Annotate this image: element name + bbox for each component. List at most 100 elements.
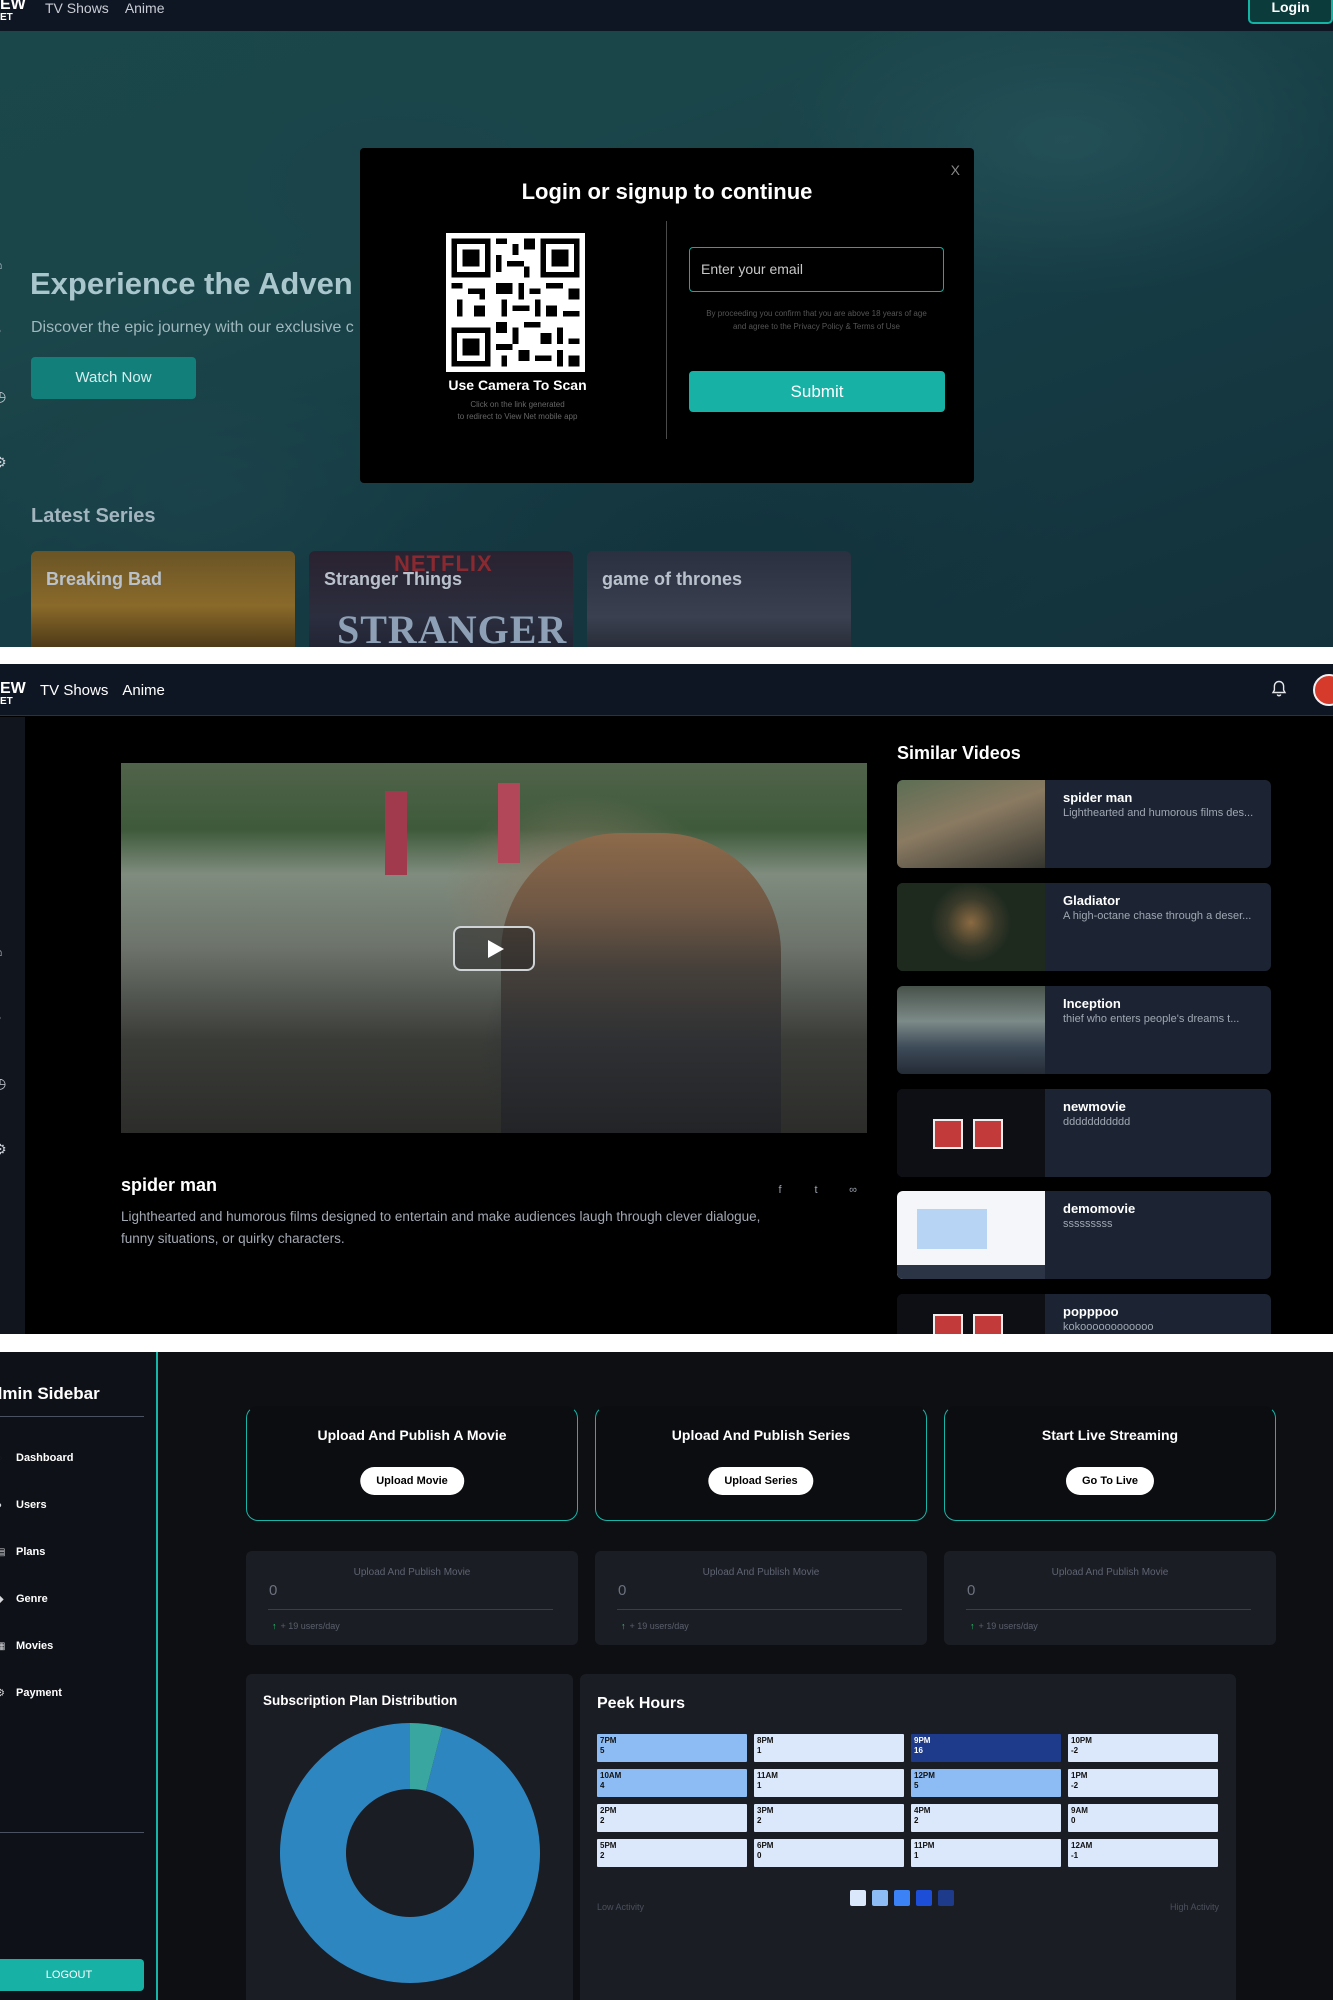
home-icon[interactable]: ⌂: [0, 257, 8, 271]
modal-divider: [666, 221, 667, 439]
login-button[interactable]: Login: [1248, 0, 1333, 24]
stat-card: Upload And Publish Movie 0 ↑ + 19 users/d…: [595, 1551, 927, 1645]
heatmap-cell: 12PM 5: [911, 1769, 1061, 1797]
sidebar-item-users[interactable]: ● Users: [0, 1499, 47, 1511]
video-thumbnail: [897, 1294, 1045, 1334]
similar-videos-heading: Similar Videos: [897, 743, 1021, 763]
legend-swatch: [894, 1890, 910, 1906]
nav-tv-shows[interactable]: TV Shows: [40, 682, 108, 699]
sidebar-item-label: Plans: [16, 1546, 46, 1558]
heatmap-value: -2: [1071, 1746, 1079, 1755]
terms-text: By proceeding you confirm that you are a…: [685, 307, 948, 333]
upload-movie-button[interactable]: Upload Movie: [360, 1467, 464, 1495]
history-icon[interactable]: ◷: [0, 389, 8, 403]
heatmap-cell: 5PM 2: [597, 1839, 747, 1867]
heatmap-hour: 11AM: [757, 1771, 778, 1780]
home-icon[interactable]: ⌂: [0, 944, 8, 958]
watch-now-button[interactable]: Watch Now: [31, 357, 196, 399]
email-field[interactable]: Enter your email: [689, 247, 944, 292]
heatmap-value: 4: [600, 1781, 605, 1790]
nav-tv-shows[interactable]: TV Shows: [45, 0, 109, 16]
heatmap-value: 2: [600, 1851, 605, 1860]
logout-button[interactable]: LOGOUT: [0, 1959, 144, 1991]
heatmap-value: 1: [757, 1781, 762, 1790]
heatmap-title: Peek Hours: [597, 1695, 686, 1712]
series-card[interactable]: Breaking Bad: [31, 551, 295, 647]
history-icon[interactable]: ◷: [0, 1076, 8, 1090]
video-player[interactable]: [121, 763, 867, 1133]
stat-label: Upload And Publish Movie: [353, 1567, 471, 1578]
stat-label: Upload And Publish Movie: [1051, 1567, 1169, 1578]
heatmap-hour: 9AM: [1071, 1806, 1088, 1815]
heatmap-value: 16: [914, 1746, 923, 1755]
sidebar-title: dmin Sidebar: [0, 1384, 100, 1403]
similar-video-item[interactable]: spider man Lighthearted and humorous fil…: [897, 780, 1271, 868]
gear-icon[interactable]: ⚙: [0, 455, 8, 469]
qr-note-line: Click on the link generated: [470, 400, 565, 409]
heatmap-cell: 12AM -1: [1068, 1839, 1218, 1867]
heatmap-value: 5: [914, 1781, 919, 1790]
heatmap-cell: 6PM 0: [754, 1839, 904, 1867]
go-live-button[interactable]: Go To Live: [1065, 1467, 1155, 1495]
series-card[interactable]: game of thrones: [587, 551, 851, 647]
nav-anime[interactable]: Anime: [125, 0, 165, 16]
avatar[interactable]: [1313, 674, 1333, 706]
qr-code: [446, 233, 585, 372]
sidebar-item-genre[interactable]: ◆ Genre: [0, 1593, 48, 1605]
stat-divider: [268, 1609, 553, 1610]
sidebar-item-plans[interactable]: ▤ Plans: [0, 1546, 45, 1558]
admin-sidebar: dmin Sidebar ◐ Dashboard ● Users ▤ Plans ◆ G…: [0, 1352, 158, 2000]
plans-icon: ▤: [0, 1547, 6, 1558]
home-login-panel: EW ET TV Shows Anime Login ⌂ ⌕ ◷ ⚙ Exper…: [0, 0, 1333, 647]
twitter-icon[interactable]: t: [809, 1183, 823, 1197]
heatmap-value: -2: [1071, 1781, 1079, 1790]
similar-video-item[interactable]: Gladiator A high-octane chase through a …: [897, 883, 1271, 971]
similar-video-item[interactable]: newmovie ddddddddddd: [897, 1089, 1271, 1177]
link-icon[interactable]: ∞: [846, 1183, 860, 1197]
sidebar-item-payment[interactable]: ⚙ Payment: [0, 1687, 62, 1699]
video-thumbnail: [897, 780, 1045, 868]
live-streaming-card: Start Live Streaming Go To Live: [944, 1406, 1276, 1521]
heatmap-value: 1: [914, 1851, 919, 1860]
subscription-chart-card: Subscription Plan Distribution: [246, 1674, 573, 2000]
submit-button[interactable]: Submit: [689, 371, 945, 412]
search-icon[interactable]: ⌕: [0, 1010, 8, 1024]
video-thumbnail: [897, 1191, 1045, 1279]
similar-video-item[interactable]: popppoo kokoooooooooooo: [897, 1294, 1271, 1334]
series-card[interactable]: NETFLIX STRANGER Stranger Things: [309, 551, 573, 647]
heatmap-cell: 9AM 0: [1068, 1804, 1218, 1832]
sidebar-item-movies[interactable]: ▦ Movies: [0, 1640, 53, 1652]
stat-value: 0: [269, 1582, 278, 1599]
video-thumbnail: [897, 883, 1045, 971]
legend-swatch: [850, 1890, 866, 1906]
close-button[interactable]: X: [951, 162, 960, 178]
heatmap-hour: 1PM: [1071, 1771, 1088, 1780]
heatmap-cell: 11PM 1: [911, 1839, 1061, 1867]
logo[interactable]: EW ET: [0, 681, 26, 708]
nav-links: TV Shows Anime: [45, 0, 165, 16]
gear-icon[interactable]: ⚙: [0, 1142, 8, 1156]
upload-series-button[interactable]: Upload Series: [708, 1467, 814, 1495]
thumbnail-tile: [973, 1314, 1003, 1334]
similar-video-title: popppoo: [1063, 1304, 1119, 1319]
thumbnail-tile: [933, 1314, 963, 1334]
heatmap-value: 2: [914, 1816, 919, 1825]
facebook-icon[interactable]: f: [773, 1183, 787, 1197]
movies-icon: ▦: [0, 1641, 6, 1652]
heatmap-value: 1: [757, 1746, 762, 1755]
sidebar-item-label: Movies: [16, 1640, 54, 1652]
similar-video-item[interactable]: demomovie sssssssss: [897, 1191, 1271, 1279]
search-icon[interactable]: ⌕: [0, 323, 8, 337]
similar-video-item[interactable]: Inception thief who enters people's drea…: [897, 986, 1271, 1074]
stat-value: 0: [618, 1582, 627, 1599]
heatmap-hour: 10AM: [600, 1771, 622, 1780]
heatmap-hour: 2PM: [600, 1806, 617, 1815]
logo[interactable]: EW ET: [0, 0, 26, 24]
sidebar-item-dashboard[interactable]: ◐ Dashboard: [0, 1452, 73, 1464]
nav-anime[interactable]: Anime: [122, 682, 165, 699]
donut-chart: [279, 1723, 540, 1983]
video-thumbnail: [897, 1089, 1045, 1177]
bell-icon[interactable]: [1271, 680, 1287, 698]
heatmap-cell: 7PM 5: [597, 1734, 747, 1762]
play-button[interactable]: [453, 926, 535, 971]
